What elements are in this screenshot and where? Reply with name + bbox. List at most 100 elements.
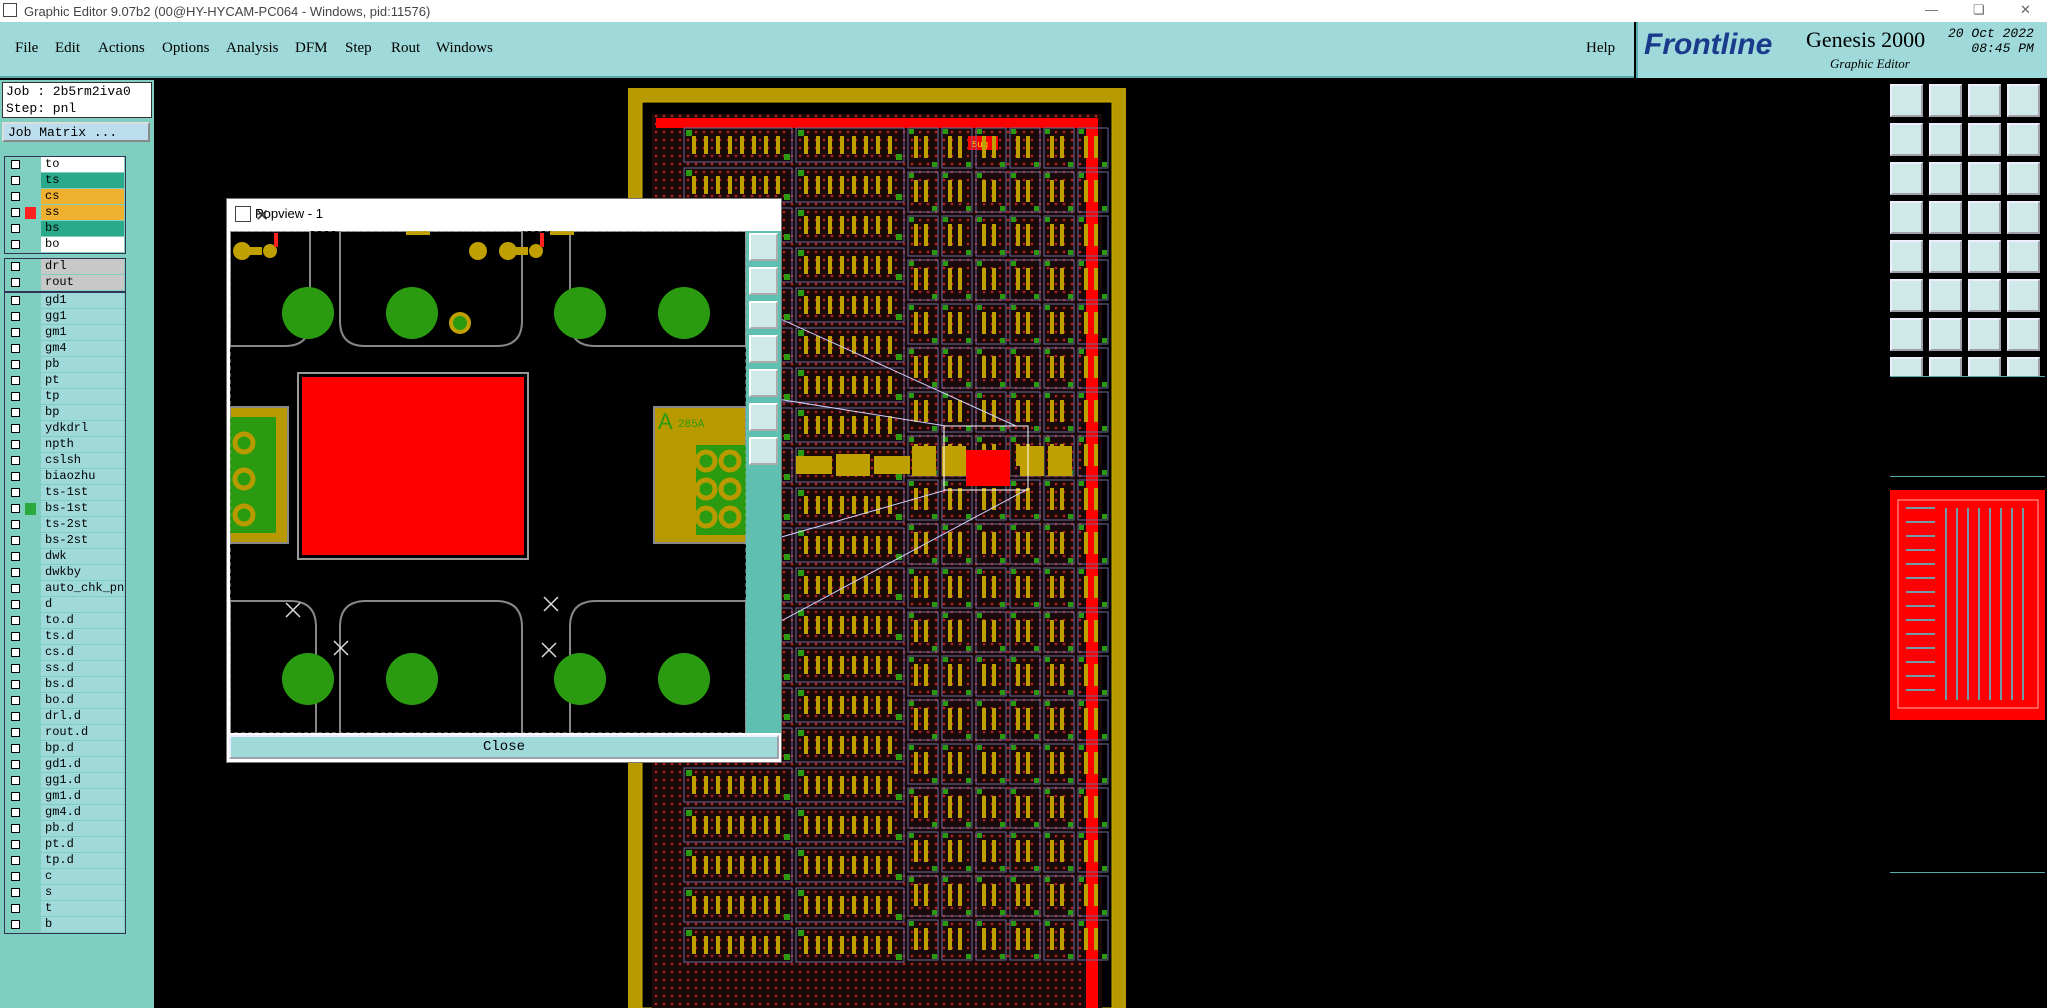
layer-color-swatch[interactable]: [25, 487, 36, 499]
layer-color-swatch[interactable]: [25, 471, 36, 483]
layer-name[interactable]: bs: [41, 221, 124, 236]
layer-row-to.d[interactable]: to.d: [5, 613, 125, 629]
layer-checkbox[interactable]: [11, 632, 20, 641]
layer-name[interactable]: rout: [41, 275, 124, 290]
layer-checkbox[interactable]: [11, 680, 20, 689]
layer-name[interactable]: bs-2st: [41, 533, 124, 548]
step-icon[interactable]: [2007, 123, 2040, 156]
connect-icon[interactable]: [1890, 279, 1923, 312]
layer-row-pt[interactable]: pt: [5, 373, 125, 389]
layer-name[interactable]: b: [41, 917, 124, 932]
layer-name[interactable]: to: [41, 157, 124, 172]
layer-row-biaozhu[interactable]: biaozhu: [5, 469, 125, 485]
job-matrix-button[interactable]: Job Matrix ...: [2, 122, 150, 142]
layer-row-ts-2st[interactable]: ts-2st: [5, 517, 125, 533]
left-icon[interactable]: [1890, 123, 1923, 156]
layer-checkbox[interactable]: [11, 488, 20, 497]
layer-name[interactable]: bs.d: [41, 677, 124, 692]
layer-checkbox[interactable]: [11, 440, 20, 449]
layer-name[interactable]: auto_chk_pn.: [41, 581, 124, 596]
layer-checkbox[interactable]: [11, 208, 20, 217]
layer-name[interactable]: gg1.d: [41, 773, 124, 788]
layer-name[interactable]: bs-1st: [41, 501, 124, 516]
layer-name[interactable]: gm1: [41, 325, 124, 340]
slash-icon[interactable]: [1929, 318, 1962, 351]
menu-step[interactable]: Step: [345, 40, 372, 57]
layer-color-swatch[interactable]: [25, 711, 36, 723]
layer-checkbox[interactable]: [11, 392, 20, 401]
layer-row-ts.d[interactable]: ts.d: [5, 629, 125, 645]
layer-color-swatch[interactable]: [25, 423, 36, 435]
layer-name[interactable]: tp.d: [41, 853, 124, 868]
layer-color-swatch[interactable]: [25, 871, 36, 883]
right-icon[interactable]: [1929, 123, 1962, 156]
layer-checkbox[interactable]: [11, 888, 20, 897]
layer-checkbox[interactable]: [11, 728, 20, 737]
layer-checkbox[interactable]: [11, 648, 20, 657]
layer-checkbox[interactable]: [11, 240, 20, 249]
ruler-icon[interactable]: [1968, 240, 2001, 273]
save-icon[interactable]: [1929, 84, 1962, 117]
menu-windows[interactable]: Windows: [436, 40, 493, 57]
menu-dfm[interactable]: DFM: [295, 40, 328, 57]
layer-name[interactable]: s: [41, 885, 124, 900]
point-icon[interactable]: [1968, 279, 2001, 312]
layer-row-ydkdrl[interactable]: ydkdrl: [5, 421, 125, 437]
layer-checkbox[interactable]: [11, 224, 20, 233]
layer-name[interactable]: tp: [41, 389, 124, 404]
layer-checkbox[interactable]: [11, 504, 20, 513]
layer-row-dwk[interactable]: dwk: [5, 549, 125, 565]
line-end-icon[interactable]: [2007, 279, 2040, 312]
ratio-icon[interactable]: [1968, 162, 2001, 195]
layer-checkbox[interactable]: [11, 552, 20, 561]
layer-checkbox[interactable]: [11, 760, 20, 769]
layer-row-gd1[interactable]: gd1: [5, 293, 125, 309]
layer-row-cslsh[interactable]: cslsh: [5, 453, 125, 469]
layer-color-swatch[interactable]: [25, 407, 36, 419]
layer-color-swatch[interactable]: [25, 375, 36, 387]
layer-checkbox[interactable]: [11, 840, 20, 849]
layer-color-swatch[interactable]: [25, 207, 36, 219]
zoom-out-icon[interactable]: [749, 437, 778, 465]
layer-row-ss[interactable]: ss: [5, 205, 125, 221]
rotate-icon[interactable]: [1968, 318, 2001, 351]
layer-name[interactable]: gm4.d: [41, 805, 124, 820]
layer-color-swatch[interactable]: [25, 855, 36, 867]
layer-row-gm1.d[interactable]: gm1.d: [5, 789, 125, 805]
layer-name[interactable]: dwk: [41, 549, 124, 564]
layer-checkbox[interactable]: [11, 278, 20, 287]
layer-checkbox[interactable]: [11, 262, 20, 271]
layer-row-bp.d[interactable]: bp.d: [5, 741, 125, 757]
layer-color-swatch[interactable]: [25, 551, 36, 563]
layer-color-swatch[interactable]: [25, 743, 36, 755]
overview-map[interactable]: [1890, 490, 2045, 720]
nodes-icon[interactable]: [1968, 201, 2001, 234]
layer-row-tp.d[interactable]: tp.d: [5, 853, 125, 869]
layer-checkbox[interactable]: [11, 776, 20, 785]
home-icon[interactable]: [1968, 84, 2001, 117]
layer-name[interactable]: to.d: [41, 613, 124, 628]
mirror-icon[interactable]: [2007, 318, 2040, 351]
layer-row-t[interactable]: t: [5, 901, 125, 917]
layer-row-b[interactable]: b: [5, 917, 125, 933]
layer-name[interactable]: drl.d: [41, 709, 124, 724]
layer-row-gd1.d[interactable]: gd1.d: [5, 757, 125, 773]
layer-name[interactable]: pb.d: [41, 821, 124, 836]
layer-name[interactable]: ss.d: [41, 661, 124, 676]
layer-checkbox[interactable]: [11, 696, 20, 705]
layer-name[interactable]: gm4: [41, 341, 124, 356]
layer-name[interactable]: npth: [41, 437, 124, 452]
cross-icon[interactable]: [1929, 279, 1962, 312]
nodes-alt-icon[interactable]: [2007, 201, 2040, 234]
layer-color-swatch[interactable]: [25, 887, 36, 899]
layer-name[interactable]: cs.d: [41, 645, 124, 660]
layer-row-npth[interactable]: npth: [5, 437, 125, 453]
layer-checkbox[interactable]: [11, 568, 20, 577]
layer-checkbox[interactable]: [11, 192, 20, 201]
layer-checkbox[interactable]: [11, 472, 20, 481]
layer-color-swatch[interactable]: [25, 775, 36, 787]
open-icon[interactable]: [1890, 84, 1923, 117]
layer-row-cs.d[interactable]: cs.d: [5, 645, 125, 661]
layer-name[interactable]: pt: [41, 373, 124, 388]
layer-checkbox[interactable]: [11, 376, 20, 385]
